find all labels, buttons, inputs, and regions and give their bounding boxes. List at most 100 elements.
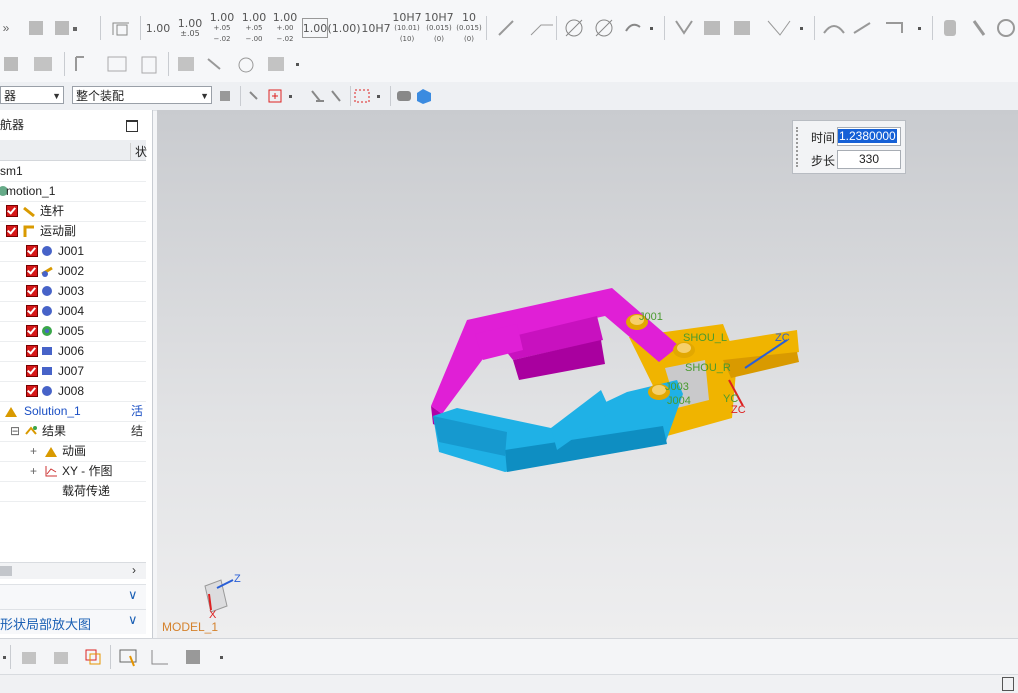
component-group-icon[interactable] — [24, 14, 80, 42]
visibility-checkbox[interactable] — [26, 325, 38, 337]
fit-tol-value: 10 — [462, 10, 476, 24]
box-select-icon[interactable] — [352, 82, 386, 110]
snap-point-icon[interactable] — [246, 82, 306, 110]
tree-row-results[interactable]: ⊟ 结果 结 — [0, 421, 146, 442]
tree-row-label: 结果 — [42, 424, 67, 438]
selection-options-icon[interactable] — [214, 82, 238, 110]
view-triad-icon[interactable] — [204, 579, 234, 613]
tree-row-label: J003 — [58, 284, 85, 298]
precision-1-label: 1.00 — [145, 21, 171, 35]
visibility-checkbox[interactable] — [26, 285, 38, 297]
view-render-icon[interactable] — [394, 82, 436, 110]
maximize-icon[interactable] — [126, 120, 138, 132]
annotation-tools-icon[interactable] — [492, 14, 562, 42]
visibility-checkbox[interactable] — [26, 305, 38, 317]
tree-row-solution[interactable]: Solution_1 活 — [0, 401, 146, 422]
step-input[interactable]: 330 — [837, 150, 901, 169]
spring-tools-icon[interactable] — [938, 14, 1018, 42]
fit-tol-button[interactable]: 10 (0.015) (0) — [456, 10, 482, 43]
visibility-checkbox[interactable] — [26, 265, 38, 277]
document-icon[interactable] — [1002, 677, 1014, 691]
tree-row-joint[interactable]: J003 — [0, 281, 146, 302]
fit-h7-tol-value: 10H7 — [424, 10, 454, 24]
tree-row-animation[interactable]: + 动画 — [0, 441, 146, 462]
time-input[interactable]: 1.2380000 — [837, 127, 901, 146]
filter-combo[interactable]: 器 ▼ — [0, 86, 64, 104]
assembly-component-icon[interactable] — [0, 50, 60, 78]
overflow-chevron-icon[interactable]: » — [0, 14, 12, 42]
precision-box-button[interactable]: 1.00 — [302, 18, 328, 38]
scroll-thumb[interactable] — [0, 566, 12, 576]
expand-icon[interactable]: + — [30, 441, 37, 461]
scroll-right-icon[interactable]: › — [132, 563, 136, 577]
detail-view-panel[interactable]: 形状局部放大图 ∨ — [0, 609, 146, 634]
tree-row-joints[interactable]: 运动副 — [0, 221, 146, 242]
surface-tools-icon[interactable] — [818, 14, 928, 42]
revolute-joint-icon — [42, 386, 52, 396]
tree-row-label: J007 — [58, 364, 85, 378]
layer-tools-icon[interactable] — [16, 643, 106, 671]
visibility-checkbox[interactable] — [26, 245, 38, 257]
expand-icon[interactable]: + — [30, 461, 37, 481]
dimension-icon[interactable] — [106, 14, 136, 42]
precision-4-label: 1.00 +.05 −.00 — [240, 10, 268, 44]
symbol-tools-icon[interactable] — [560, 14, 660, 42]
constraint-tools-icon[interactable] — [68, 50, 168, 78]
analysis-tools-icon[interactable] — [172, 50, 306, 78]
fit-h7-button[interactable]: 10H7 — [361, 14, 390, 42]
mechanism-model[interactable]: J001 SHOU_L SHOU_R J003 J004 ZC YC ZC Z … — [157, 110, 1018, 638]
inspect-tools-icon[interactable] — [114, 643, 234, 671]
drag-grip-icon[interactable] — [796, 127, 801, 167]
visibility-checkbox[interactable] — [6, 205, 18, 217]
tree-row-joint[interactable]: J006 — [0, 341, 146, 362]
precision-2-button[interactable]: 1.00 ±.05 — [176, 14, 204, 42]
tree-row-joint[interactable]: J001 — [0, 241, 146, 262]
dropdown-arrow-icon[interactable] — [0, 643, 10, 671]
status-bar — [0, 674, 1018, 693]
fit-h7-tol-button[interactable]: 10H7 (0.015) (0) — [424, 10, 454, 44]
precision-3-tolerance: +.05 −.02 — [213, 23, 231, 43]
precision-4-button[interactable]: 1.00 +.05 −.00 — [240, 10, 268, 44]
tree-row-joint[interactable]: J005 — [0, 321, 146, 342]
weld-tools-icon[interactable] — [670, 14, 810, 42]
graphics-viewport[interactable]: J001 SHOU_L SHOU_R J003 J004 ZC YC ZC Z … — [157, 110, 1018, 638]
animation-time-dialog: 时间 1.2380000 步长 330 — [792, 120, 906, 174]
visibility-checkbox[interactable] — [6, 225, 18, 237]
collapsed-panel[interactable]: ∨ — [0, 584, 146, 609]
fit-h7-limits-value: 10H7 — [392, 10, 422, 24]
time-label: 时间 — [811, 131, 836, 145]
joint-group-icon — [23, 225, 34, 237]
axis-label-zc: ZC — [775, 332, 790, 344]
tree-row-joint[interactable]: J008 — [0, 381, 146, 402]
tree-row-joint[interactable]: J007 — [0, 361, 146, 382]
toolbar-row-pmi: » 1.00 1.00 ±.05 1.00 +.05 −.02 1.00 +.05 −… — [0, 10, 1018, 47]
tree-row-status: 活 — [131, 404, 144, 418]
vector-tools-icon[interactable] — [306, 82, 350, 110]
precision-paren-button[interactable]: (1.00) — [327, 14, 360, 42]
tree-row-sim[interactable]: sm1 — [0, 161, 146, 182]
navigator-horizontal-scrollbar[interactable]: › — [0, 562, 146, 579]
visibility-checkbox[interactable] — [26, 345, 38, 357]
fit-h7-tol-label: 10H7 (0.015) (0) — [424, 10, 454, 44]
precision-3-button[interactable]: 1.00 +.05 −.02 — [208, 12, 236, 43]
cyan-arm — [433, 380, 683, 472]
tree-row-links[interactable]: 连杆 — [0, 201, 146, 222]
fit-h7-limits-button[interactable]: 10H7 (10.01) (10) — [392, 10, 422, 43]
tree-row-label: J002 — [58, 264, 85, 278]
precision-5-button[interactable]: 1.00 +.00 −.02 — [271, 12, 299, 43]
visibility-checkbox[interactable] — [26, 385, 38, 397]
tree-row-load-transfer[interactable]: 载荷传递 — [0, 481, 146, 502]
tree-row-label: J005 — [58, 324, 85, 338]
tree-row-joint[interactable]: J002 — [0, 261, 146, 282]
tree-row-xy-graph[interactable]: + XY - 作图 — [0, 461, 146, 482]
tree-row-motion[interactable]: motion_1 — [0, 181, 146, 202]
collapse-icon[interactable]: ⊟ — [10, 421, 20, 441]
assembly-scope-combo[interactable]: 整个装配 ▼ — [72, 86, 212, 104]
tree-row-joint[interactable]: J004 — [0, 301, 146, 322]
chevron-down-icon[interactable]: ∨ — [128, 587, 138, 603]
precision-1-button[interactable]: 1.00 — [145, 14, 171, 42]
status-column-header[interactable]: 状 — [130, 143, 147, 160]
precision-4-value: 1.00 — [241, 10, 267, 24]
visibility-checkbox[interactable] — [26, 365, 38, 377]
chevron-down-icon[interactable]: ∨ — [128, 612, 138, 628]
